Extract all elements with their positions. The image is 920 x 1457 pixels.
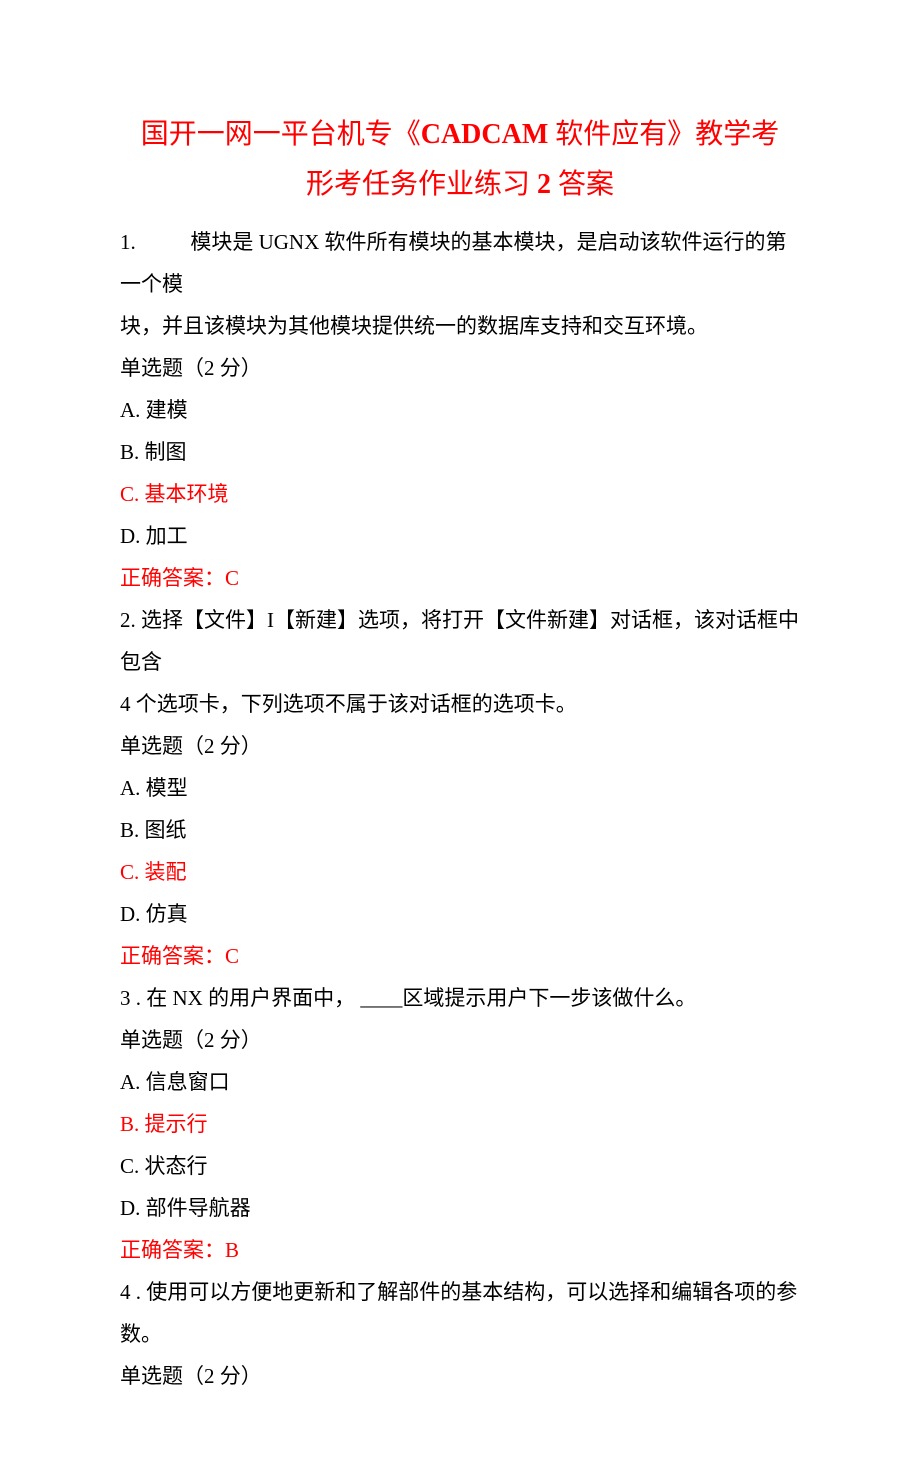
q3-option-d: D. 部件导航器 xyxy=(120,1187,800,1229)
document-title: 国开一网一平台机专《CADCAM 软件应有》教学考 形考任务作业练习 2 答案 xyxy=(120,110,800,211)
title-line1: 国开一网一平台机专《CADCAM 软件应有》教学考 xyxy=(141,119,780,150)
q2-meta: 单选题（2 分） xyxy=(120,725,800,767)
q2-option-c: C. 装配 xyxy=(120,851,800,893)
q2-option-d: D. 仿真 xyxy=(120,893,800,935)
q3-meta: 单选题（2 分） xyxy=(120,1019,800,1061)
q4-meta: 单选题（2 分） xyxy=(120,1355,800,1397)
q2-stem-line1: 2. 选择【文件】I【新建】选项，将打开【文件新建】对话框，该对话框中包含 xyxy=(120,599,800,683)
q3-option-b: B. 提示行 xyxy=(120,1103,800,1145)
q1-option-c: C. 基本环境 xyxy=(120,473,800,515)
document-page: 国开一网一平台机专《CADCAM 软件应有》教学考 形考任务作业练习 2 答案 … xyxy=(0,0,920,1457)
q2-stem-line2: 4 个选项卡，下列选项不属于该对话框的选项卡。 xyxy=(120,683,800,725)
q3-stem-line1: 3 . 在 NX 的用户界面中， ____区域提示用户下一步该做什么。 xyxy=(120,977,800,1019)
q3-answer: 正确答案：B xyxy=(120,1229,800,1271)
q1-meta: 单选题（2 分） xyxy=(120,347,800,389)
q1-option-b: B. 制图 xyxy=(120,431,800,473)
q1-option-a: A. 建模 xyxy=(120,389,800,431)
title-pre: 国开一网一平台机专《 xyxy=(141,119,421,150)
q4-stem-line2: 数。 xyxy=(120,1313,800,1355)
q2-answer: 正确答案：C xyxy=(120,935,800,977)
title-line2: 形考任务作业练习 2 答案 xyxy=(306,169,614,200)
title-digit: 2 xyxy=(537,169,551,200)
q2-option-b: B. 图纸 xyxy=(120,809,800,851)
q1-answer: 正确答案：C xyxy=(120,557,800,599)
q3-option-c: C. 状态行 xyxy=(120,1145,800,1187)
q1-option-d: D. 加工 xyxy=(120,515,800,557)
q1-number: 1. xyxy=(120,230,136,254)
title-latin: CADCAM xyxy=(421,119,549,150)
title-line2b: 答案 xyxy=(551,169,614,200)
q4-stem-line1: 4 . 使用可以方便地更新和了解部件的基本结构，可以选择和编辑各项的参 xyxy=(120,1271,800,1313)
q3-option-a: A. 信息窗口 xyxy=(120,1061,800,1103)
q1-stem-line1: 1.模块是 UGNX 软件所有模块的基本模块，是启动该软件运行的第一个模 xyxy=(120,221,800,305)
q1-stem-line2: 块，并且该模块为其他模块提供统一的数据库支持和交互环境。 xyxy=(120,305,800,347)
title-line2a: 形考任务作业练习 xyxy=(306,169,537,200)
q1-text1: 模块是 UGNX 软件所有模块的基本模块，是启动该软件运行的第一个模 xyxy=(120,230,787,296)
title-mid: 软件应有》教学考 xyxy=(548,119,779,150)
q2-option-a: A. 模型 xyxy=(120,767,800,809)
